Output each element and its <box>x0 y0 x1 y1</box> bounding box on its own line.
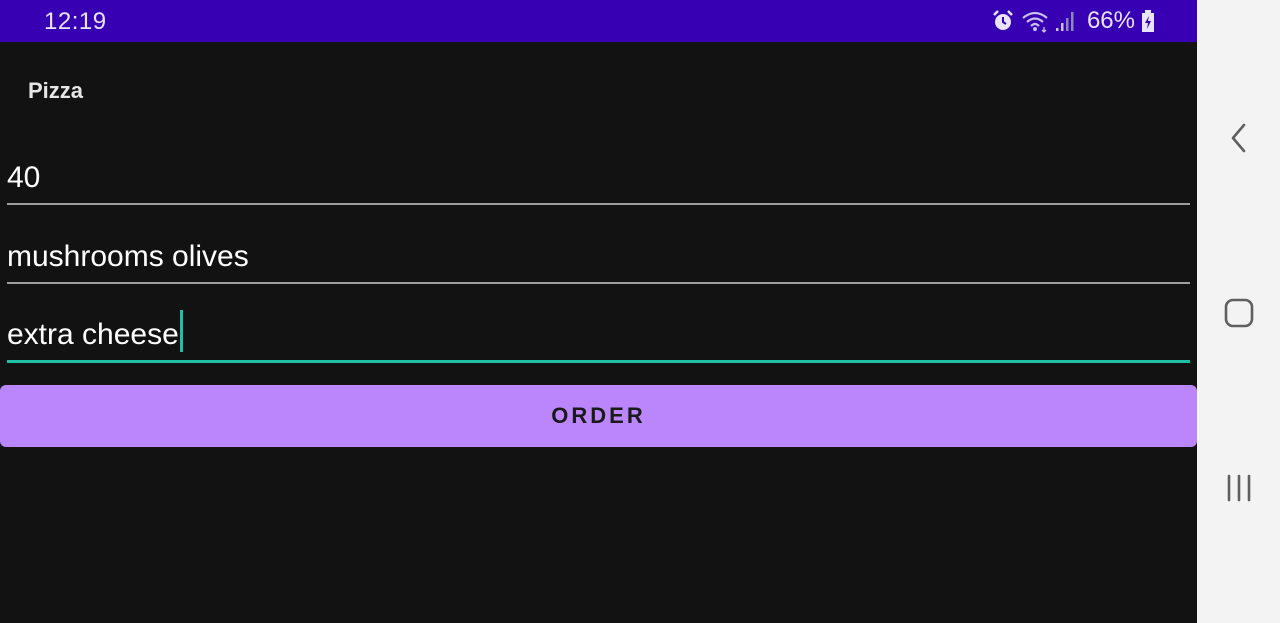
battery-charging-icon <box>1141 9 1155 33</box>
order-button[interactable]: ORDER <box>0 385 1197 447</box>
home-icon <box>1223 297 1255 334</box>
back-icon <box>1227 121 1251 160</box>
back-button[interactable] <box>1197 110 1280 170</box>
navigation-bar <box>1197 0 1280 623</box>
status-bar: 12:19 66% <box>0 0 1197 42</box>
extras-field-value-wrap: extra cheese <box>7 310 183 352</box>
recents-icon <box>1224 473 1254 508</box>
app-screen: 12:19 66% Pizza 40 mushrooms olives extr… <box>0 0 1197 623</box>
signal-icon <box>1055 9 1077 33</box>
status-icons: 66% <box>991 7 1155 35</box>
wifi-icon <box>1021 9 1049 33</box>
status-time: 12:19 <box>44 8 107 35</box>
size-field-value: 40 <box>7 161 41 194</box>
size-field[interactable]: 40 <box>7 153 1190 205</box>
toppings-field[interactable]: mushrooms olives <box>7 232 1190 284</box>
text-cursor <box>179 310 183 352</box>
toppings-field-value: mushrooms olives <box>7 240 249 273</box>
alarm-icon <box>991 9 1015 33</box>
extras-field[interactable]: extra cheese <box>7 310 1190 363</box>
extras-field-value: extra cheese <box>7 318 179 351</box>
page-title: Pizza <box>28 78 84 103</box>
recents-button[interactable] <box>1197 460 1280 520</box>
battery-percent: 66% <box>1086 7 1135 34</box>
home-button[interactable] <box>1197 285 1280 345</box>
